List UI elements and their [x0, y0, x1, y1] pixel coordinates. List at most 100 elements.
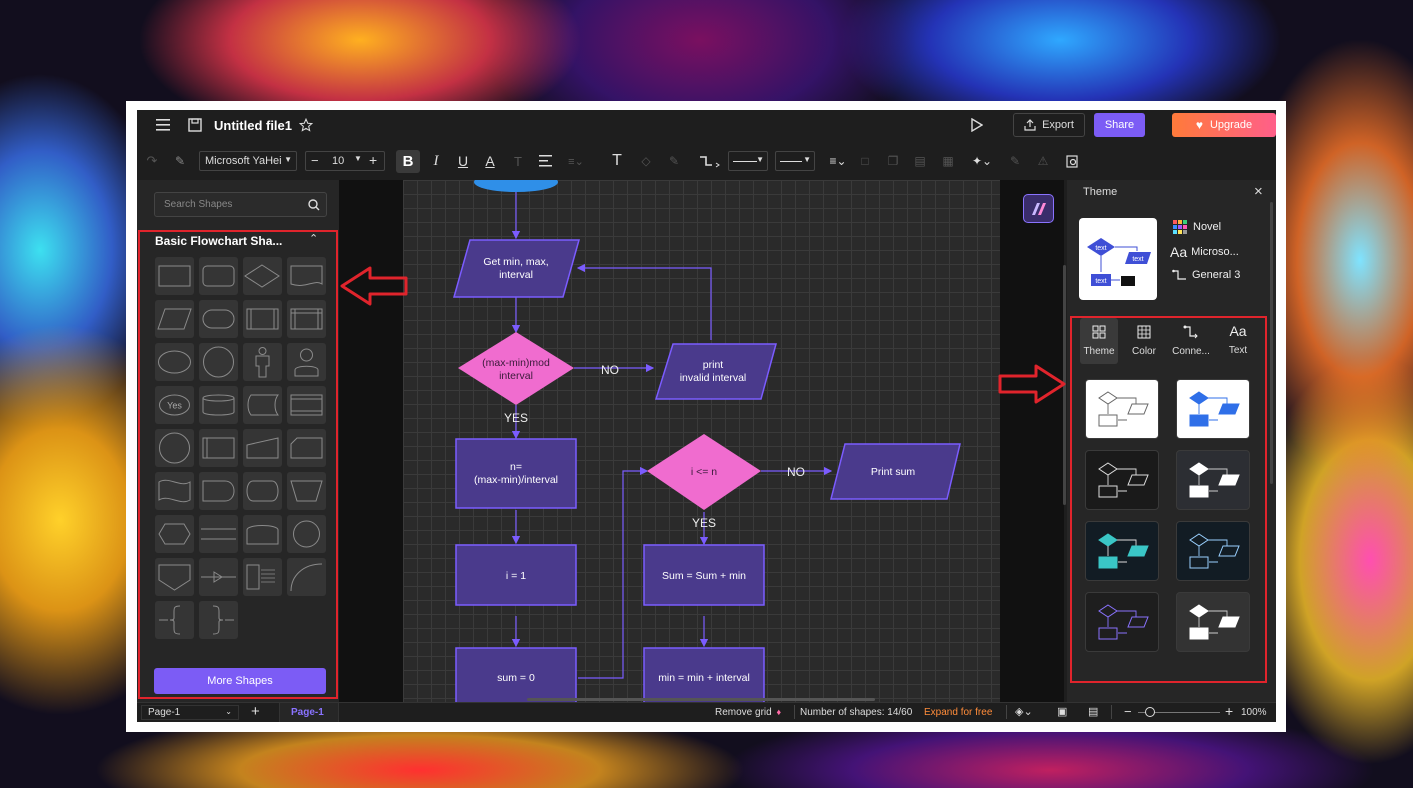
format-toolbar: ↷ ✎ Microsoft YaHei ▼ − 10 ▼ + B I U A T…: [137, 148, 1276, 176]
canvas-margin-left: [339, 180, 403, 702]
shape-count: Number of shapes: 14/60: [800, 707, 913, 718]
zoom-in-icon[interactable]: +: [1225, 703, 1233, 719]
map-icon[interactable]: ▤: [1088, 705, 1098, 718]
underline-icon[interactable]: U: [454, 152, 472, 170]
focus-icon[interactable]: ▣: [1057, 705, 1067, 718]
find-icon[interactable]: [1063, 152, 1081, 170]
panel-scrollbar[interactable]: [1270, 202, 1273, 484]
chevron-down-icon: ▼: [284, 155, 292, 164]
process-n-text: n=: [510, 461, 522, 473]
theme-name: Novel: [1193, 221, 1222, 233]
export-label: Export: [1042, 119, 1074, 131]
line-spacing-icon[interactable]: ≡⌄: [563, 152, 589, 170]
zoom-level[interactable]: 100% ⌄: [1241, 707, 1276, 722]
lock-icon[interactable]: ⚠: [1034, 152, 1052, 170]
upgrade-button[interactable]: ♥ Upgrade: [1172, 113, 1276, 137]
connector-theme-row[interactable]: General 3: [1172, 269, 1240, 281]
font-size-stepper[interactable]: − 10 ▼ +: [305, 151, 385, 171]
search-icon[interactable]: [307, 198, 320, 211]
export-button[interactable]: Export: [1013, 113, 1085, 137]
format-painter-icon[interactable]: ✎: [173, 154, 187, 168]
font-icon: Aa: [1170, 244, 1188, 260]
distribute-icon[interactable]: ▤: [911, 152, 929, 170]
crop-icon[interactable]: ▦: [939, 152, 957, 170]
file-title[interactable]: Untitled file1: [214, 118, 292, 133]
close-icon[interactable]: ×: [1254, 183, 1263, 200]
flowchart[interactable]: Get min, max, interval (max-min)mod inte…: [403, 180, 1000, 702]
font-size-value: 10: [332, 155, 345, 167]
ai-logo-icon: [1031, 202, 1046, 215]
app-window: Untitled file1 Export Share ♥ Upgrade ↷ …: [137, 110, 1276, 722]
annotation-highlight-left: [138, 230, 338, 699]
canvas-margin-right: [1000, 180, 1064, 702]
star-icon[interactable]: [298, 117, 314, 133]
zoom-out-icon[interactable]: −: [1124, 704, 1132, 719]
horizontal-scrollbar[interactable]: [527, 698, 875, 701]
align-icon[interactable]: [536, 152, 554, 170]
arrow-style-select[interactable]: ▼: [775, 151, 815, 171]
connector-theme-name: General 3: [1192, 269, 1241, 281]
menu-icon[interactable]: [155, 117, 171, 133]
page-tab[interactable]: Page-1: [291, 707, 324, 718]
decision-mod-text: (max-min)mod: [482, 357, 550, 369]
fill-icon[interactable]: ◇: [637, 152, 655, 170]
play-icon[interactable]: [969, 117, 985, 133]
line-style-select[interactable]: ▼: [728, 151, 768, 171]
magic-icon[interactable]: ✦⌄: [969, 152, 995, 170]
palette-icon: [1173, 220, 1187, 234]
font-color-icon[interactable]: A: [481, 152, 499, 170]
line-style-preview: [733, 161, 757, 162]
heart-icon: ♥: [1195, 118, 1203, 132]
redo-icon[interactable]: ↷: [145, 153, 159, 168]
strikethrough-icon[interactable]: T: [509, 152, 527, 170]
connector-icon: [1172, 269, 1186, 280]
expand-link[interactable]: Expand for free: [924, 707, 992, 718]
zoom-slider-handle[interactable]: [1145, 707, 1155, 717]
share-button[interactable]: Share: [1094, 113, 1145, 137]
search-placeholder: Search Shapes: [164, 199, 233, 210]
start-terminator[interactable]: [474, 180, 558, 192]
process-min-update-text: min = min + interval: [658, 672, 750, 684]
connector-style-icon[interactable]: [697, 152, 721, 170]
group-icon[interactable]: □: [856, 152, 874, 170]
no-label: NO: [601, 363, 619, 377]
save-icon[interactable]: [187, 117, 203, 133]
arrange-icon[interactable]: ❐: [884, 152, 902, 170]
ai-assistant-button[interactable]: [1023, 194, 1054, 223]
chevron-down-icon: ▼: [803, 155, 811, 164]
decision-mod-text-2: interval: [499, 370, 533, 382]
italic-icon[interactable]: I: [427, 152, 445, 170]
upgrade-label: Upgrade: [1209, 119, 1253, 131]
edit-icon[interactable]: ✎: [1006, 152, 1024, 170]
bold-icon[interactable]: B: [396, 150, 420, 173]
theme-name-row[interactable]: Novel: [1173, 220, 1221, 234]
font-theme-row[interactable]: Aa Microso...: [1170, 244, 1239, 260]
yes-label-2: YES: [692, 516, 716, 530]
plus-icon[interactable]: +: [369, 152, 377, 168]
theme-preview[interactable]: text text text: [1079, 218, 1157, 300]
search-shapes-input[interactable]: Search Shapes: [154, 192, 327, 217]
add-page-icon[interactable]: +: [251, 703, 260, 720]
process-sum-text: sum = 0: [497, 672, 535, 684]
input-text: Get min, max,: [483, 256, 548, 268]
chevron-down-icon: ▼: [756, 155, 764, 164]
minus-icon[interactable]: −: [311, 153, 319, 168]
annotation-highlight-right: [1070, 316, 1267, 683]
chevron-down-icon: ⌄: [225, 707, 232, 716]
chevron-down-icon: ▼: [354, 154, 362, 163]
layers-icon[interactable]: ◈⌄: [1015, 705, 1033, 718]
line-weight-icon[interactable]: ≡⌄: [825, 152, 851, 170]
yes-label: YES: [504, 411, 528, 425]
connector[interactable]: [578, 466, 649, 679]
page-select-value: Page-1: [148, 707, 181, 718]
remove-grid-button[interactable]: Remove grid ♦: [715, 707, 781, 718]
text-tool-icon[interactable]: T: [608, 151, 626, 171]
page-select[interactable]: Page-1 ⌄: [141, 705, 239, 720]
pen-icon[interactable]: ✎: [665, 152, 683, 170]
decision-loop-text: i <= n: [691, 466, 717, 478]
remove-grid-label: Remove grid: [715, 707, 772, 718]
process-i-text: i = 1: [506, 570, 526, 582]
zoom-value: 100%: [1241, 707, 1267, 718]
font-family-select[interactable]: Microsoft YaHei ▼: [199, 151, 297, 171]
connector[interactable]: [576, 263, 712, 340]
